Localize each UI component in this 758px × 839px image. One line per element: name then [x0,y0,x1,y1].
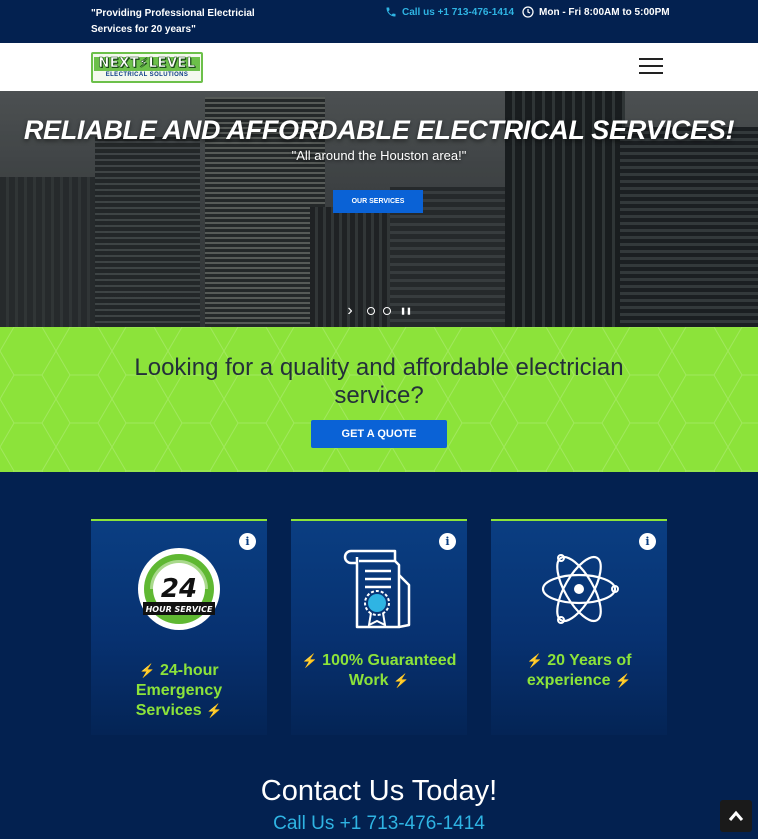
clock-icon [522,6,534,18]
feature-card-guaranteed: i ⚡ 100% Guaranteed Work ⚡ [291,519,467,735]
bolt-icon: ⚡ [392,673,410,688]
hamburger-line [639,65,663,67]
badge-number: 24 [161,574,197,604]
site-logo[interactable]: NEXT⚡LEVEL ELECTRICAL SOLUTIONS [91,52,203,83]
contact-heading: Contact Us Today! [260,775,498,807]
slider-dot-circle [367,307,375,315]
top-bar: "Providing Professional Electricial Serv… [0,0,758,43]
slider-dot[interactable] [366,305,376,317]
menu-toggle-button[interactable] [639,56,663,76]
tagline: "Providing Professional Electricial Serv… [91,8,255,35]
feature-card-experience: i ⚡ 20 Years of experience ⚡ [491,519,667,735]
hours-text: Mon - Fri 8:00AM to 5:00PM [539,6,670,18]
atom-icon [541,554,619,624]
logo-wordmark: NEXT⚡LEVEL [94,56,200,71]
badge-text: HOUR SERVICE [146,605,213,614]
info-icon[interactable]: i [239,533,256,550]
chevron-up-icon [728,810,744,821]
feature-label: ⚡ 100% Guaranteed Work ⚡ [301,651,457,691]
feature-card-24-hour: i 24 HOUR SERVICE ⚡ 24-hour Emergency Se… [91,519,267,735]
top-phone-text: Call us +1 713-476-1414 [402,6,515,18]
24-hour-service-icon: 24 HOUR SERVICE [138,548,220,630]
bolt-icon: ⚡ [206,703,223,718]
info-icon[interactable]: i [639,533,656,550]
our-services-button[interactable]: OUR SERVICES [333,190,423,213]
top-phone-link[interactable]: Call us +1 713-476-1414 [385,5,514,19]
contact-phone-link[interactable]: Call Us +1 713-476-1414 [0,813,758,835]
quote-cta-section: Looking for a quality and affordable ele… [0,327,758,472]
feature-label-text: 100% Guaranteed Work [322,652,457,689]
feature-label: ⚡ 24-hour Emergency Services ⚡ [101,661,257,721]
bolt-icon: ⚡ [614,673,632,688]
feature-label: ⚡ 20 Years of experience ⚡ [501,651,657,691]
bolt-icon: ⚡ [301,653,318,668]
get-a-quote-button[interactable]: GET A QUOTE [311,420,447,448]
cta-heading: Looking for a quality and affordable ele… [134,354,624,409]
bolt-icon: ⚡ [139,663,156,678]
hamburger-line [639,72,663,74]
slider-next-arrow[interactable]: › [345,302,355,319]
hamburger-line [639,58,663,60]
hero-title: RELIABLE AND AFFORDABLE ELECTRICAL SERVI… [23,115,735,145]
hero-subtitle: "All around the Houston area!" [291,148,467,163]
phone-icon [386,7,396,17]
slider-pause-button[interactable]: ❚❚ [400,305,412,317]
slider-dot[interactable] [382,305,392,317]
hero-slider: RELIABLE AND AFFORDABLE ELECTRICAL SERVI… [0,91,758,327]
slider-dot-circle [383,307,391,315]
certificate-icon [343,549,411,629]
business-hours: Mon - Fri 8:00AM to 5:00PM [522,5,670,19]
bolt-icon: ⚡ [526,653,543,668]
back-to-top-button[interactable] [720,800,752,832]
info-icon[interactable]: i [439,533,456,550]
logo-subtitle: ELECTRICAL SOLUTIONS [105,71,189,78]
site-header: NEXT⚡LEVEL ELECTRICAL SOLUTIONS [0,43,758,91]
